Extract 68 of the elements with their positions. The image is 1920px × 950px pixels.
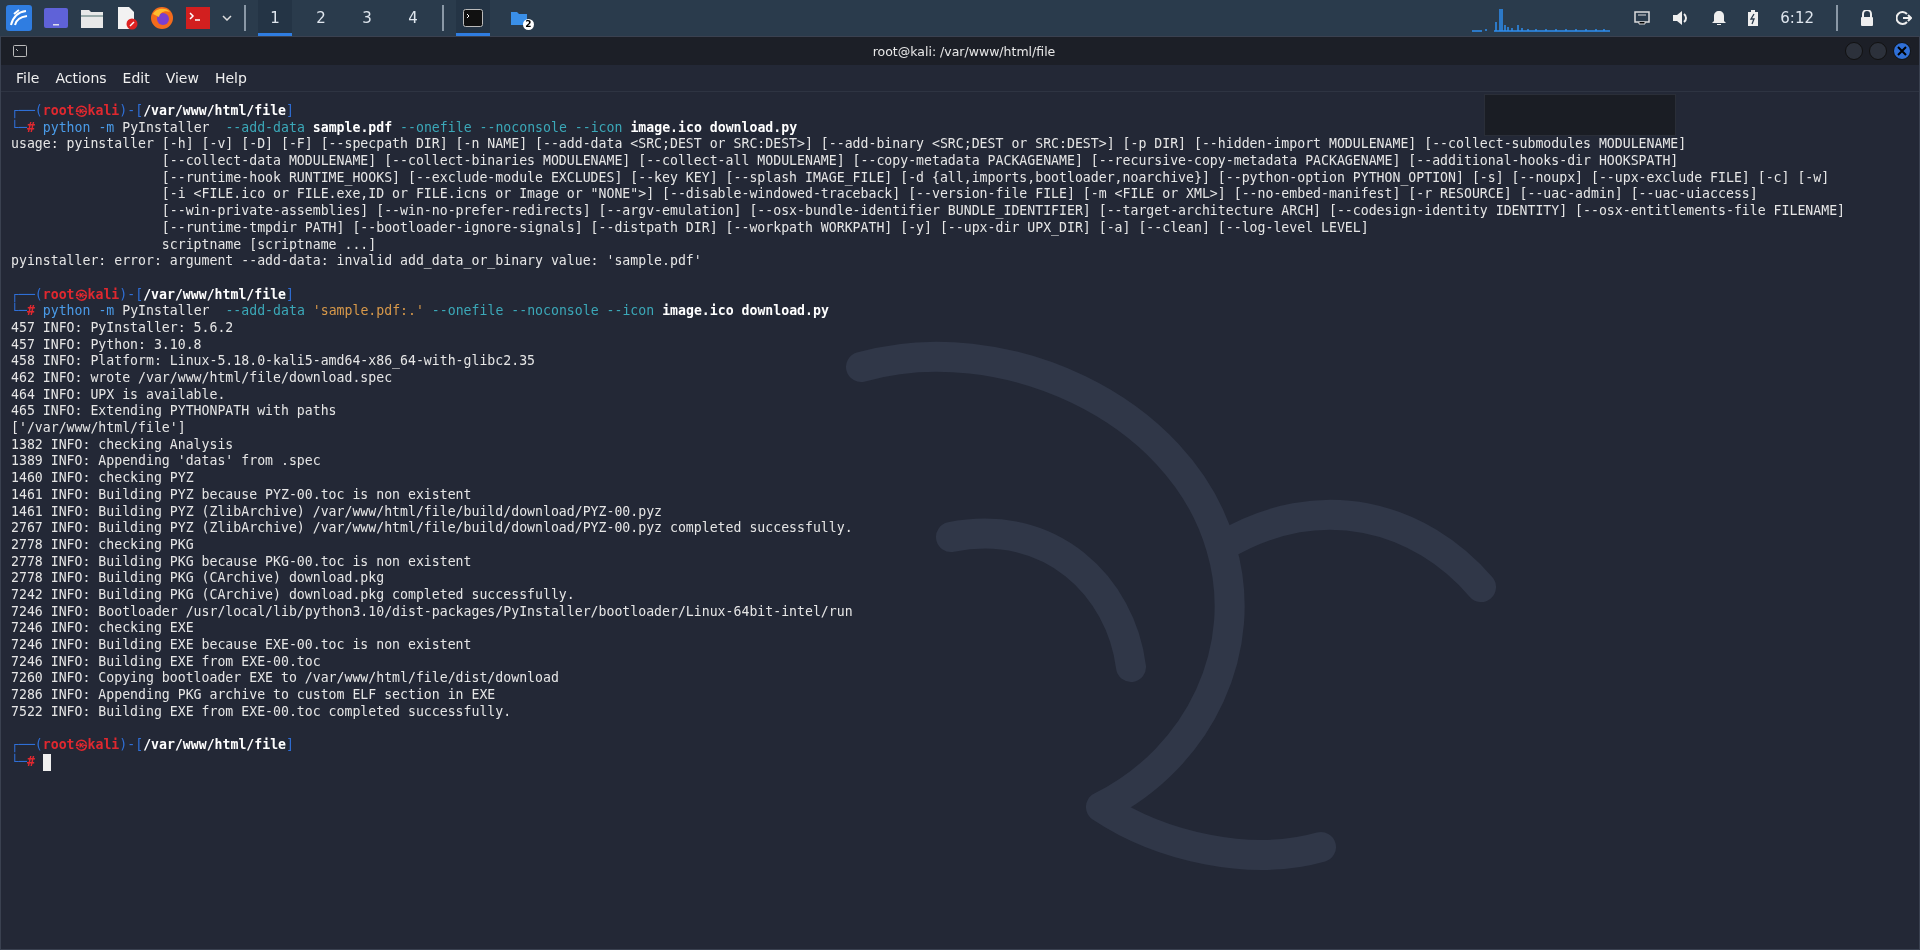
output-line: 7286 INFO: Appending PKG archive to custom ELF section in EXE bbox=[11, 687, 496, 704]
output-line: 7522 INFO: Building EXE from EXE-00.toc completed successfully. bbox=[11, 703, 512, 721]
output-line: 462 INFO: wrote /var/www/html/file/download.spec bbox=[11, 370, 393, 387]
output-line: 1389 INFO: Appending 'datas' from .spec bbox=[11, 453, 321, 471]
prompt-line: ┌──(root㉿kali)-[/var/www/html/file] bbox=[11, 737, 294, 754]
output-line: 1382 INFO: checking Analysis bbox=[11, 436, 234, 454]
folder-icon[interactable] bbox=[80, 7, 104, 29]
output-line: [--collect-data MODULENAME] [--collect-binaries MODULENAME] [--collect-all MODULENAME] [--copy-metadata PACKAGENAME] [--recursive-copy-metadata PACKAGENAME] [--additional-hooks-dir HOOKSPATH] bbox=[160, 153, 1679, 170]
battery-icon[interactable] bbox=[1748, 10, 1759, 26]
output-line: ['/var/www/html/file'] bbox=[11, 420, 186, 437]
output-line: 457 INFO: Python: 3.10.8 bbox=[11, 336, 202, 354]
terminal-window-icon bbox=[13, 45, 27, 57]
terminal-icon bbox=[463, 9, 483, 27]
output-line: [--runtime-hook RUNTIME_HOOKS] [--exclude-module EXCLUDES] [--key KEY] [--splash IMAGE_FILE] [-d {all,imports,bootloader,noarchive}] [--python-option PYTHON_OPTION] [-s] [--noupx] [--upx-exclude FILE] [-c] [-w] bbox=[160, 169, 1830, 187]
output-line: 2767 INFO: Building PYZ (ZlibArchive) /var/www/html/file/build/download/PYZ-00.pyz completed successfully. bbox=[11, 520, 853, 537]
command-line: └─# python -m PyInstaller --add-data 'sample.pdf:.' --onefile --noconsole --icon image.ico download.py bbox=[11, 303, 829, 320]
workspace-button[interactable]: 4 bbox=[396, 0, 430, 36]
output-line: 2778 INFO: checking PKG bbox=[11, 536, 194, 554]
output-line: pyinstaller: error: argument --add-data: invalid add_data_or_binary value: 'sample.pdf' bbox=[11, 253, 702, 270]
output-line: 465 INFO: Extending PYTHONPATH with paths bbox=[11, 403, 337, 421]
prompt-line: ┌──(root㉿kali)-[/var/www/html/file] bbox=[11, 286, 294, 303]
command-line: └─# bbox=[11, 753, 51, 771]
menu-item[interactable]: Help bbox=[214, 70, 247, 86]
prompt-line: ┌──(root㉿kali)-[/var/www/html/file] bbox=[11, 103, 294, 120]
command-line: └─# python -m PyInstaller --add-data sample.pdf --onefile --noconsole --icon image.ico download.py bbox=[11, 119, 798, 137]
output-line: [-i <FILE.ico or FILE.exe,ID or FILE.icns or Image or "NONE">] [--disable-windowed-traceback] [--version-file FILE] [-m <FILE or XML>] [--no-embed-manifest] [-r RESOURCE] [--uac-admin] [--uac-uiaccess] bbox=[160, 186, 1758, 204]
folder-icon bbox=[510, 10, 528, 26]
cursor bbox=[42, 753, 51, 771]
bell-icon[interactable] bbox=[1712, 10, 1727, 26]
folder-task-button[interactable]: 2 bbox=[502, 0, 536, 36]
output-line: 7246 INFO: Bootloader /usr/local/lib/python3.10/dist-packages/PyInstaller/bootloader/Linux-64bit-intel/run bbox=[11, 603, 853, 621]
close-icon bbox=[1897, 46, 1907, 56]
workspace-button[interactable]: 1 bbox=[258, 0, 292, 36]
workspace-button[interactable]: 3 bbox=[350, 0, 384, 36]
kali-menu-icon[interactable] bbox=[6, 5, 32, 31]
menu-item[interactable]: Actions bbox=[55, 70, 107, 86]
output-line: 7246 INFO: Building EXE from EXE-00.toc bbox=[11, 653, 321, 671]
output-line: 2778 INFO: Building PKG because PKG-00.toc is non existent bbox=[11, 553, 472, 571]
terminal-launcher-icon[interactable] bbox=[186, 7, 210, 29]
output-line: 457 INFO: PyInstaller: 5.6.2 bbox=[11, 319, 234, 337]
browser-icon[interactable] bbox=[150, 6, 174, 30]
output-line: 7246 INFO: checking EXE bbox=[11, 620, 194, 637]
terminal-task-button[interactable] bbox=[456, 0, 490, 36]
close-button[interactable] bbox=[1893, 42, 1911, 60]
network-icon[interactable] bbox=[1634, 11, 1651, 25]
output-line: 1461 INFO: Building PYZ (ZlibArchive) /var/www/html/file/build/download/PYZ-00.pyz bbox=[11, 503, 663, 521]
output-line: 464 INFO: UPX is available. bbox=[11, 386, 226, 404]
output-line: 7246 INFO: Building EXE because EXE-00.toc is non existent bbox=[11, 637, 472, 654]
menu-item[interactable]: Edit bbox=[122, 70, 150, 86]
output-line: [--win-private-assemblies] [--win-no-prefer-redirects] [--argv-emulation] [--osx-bundle-identifier BUNDLE_IDENTIFIER] [--target-architecture ARCH] [--codesign-identity IDENTITY] [--osx-entitlements-file FILENAME] bbox=[160, 203, 1846, 220]
logout-icon[interactable] bbox=[1896, 10, 1912, 26]
menu-item[interactable]: View bbox=[165, 70, 199, 86]
window-title: root@kali: /var/www/html/file bbox=[871, 43, 1057, 59]
caret-icon[interactable] bbox=[222, 15, 232, 21]
output-line: 2778 INFO: Building PKG (CArchive) download.pkg bbox=[11, 570, 385, 587]
clock-text[interactable]: 6:12 bbox=[1780, 9, 1814, 27]
output-line: 1460 INFO: checking PYZ bbox=[11, 470, 194, 487]
output-line: scriptname [scriptname ...] bbox=[160, 236, 377, 254]
workspace-button[interactable]: 2 bbox=[304, 0, 338, 36]
text-editor-icon[interactable] bbox=[116, 6, 138, 30]
output-line: 1461 INFO: Building PYZ because PYZ-00.toc is non existent bbox=[11, 486, 472, 504]
menu-item[interactable]: File bbox=[16, 70, 40, 86]
output-line: 7260 INFO: Copying bootloader EXE to /var/www/html/file/dist/download bbox=[11, 670, 559, 688]
output-line: 7242 INFO: Building PKG (CArchive) download.pkg completed successfully. bbox=[11, 586, 575, 604]
output-line: [--runtime-tmpdir PATH] [--bootloader-ignore-signals] [--distpath DIR] [--workpath WORKPATH] [-y] [--upx-dir UPX_DIR] [-a] [--clean] [--log-level LEVEL] bbox=[160, 219, 1369, 237]
output-line: 458 INFO: Platform: Linux-5.18.0-kali5-amd64-x86_64-with-glibc2.35 bbox=[11, 353, 535, 370]
lock-icon[interactable] bbox=[1860, 10, 1874, 26]
output-line: usage: pyinstaller [-h] [-v] [-D] [-F] [--specpath DIR] [-n NAME] [--add-data <SRC;DEST or SRC:DEST>] [--add-binary <SRC;DEST or SRC:DEST>] [-p DIR] [--hidden-import MODULENAME] [--collect-submodules MODULENAME] bbox=[11, 136, 1687, 154]
